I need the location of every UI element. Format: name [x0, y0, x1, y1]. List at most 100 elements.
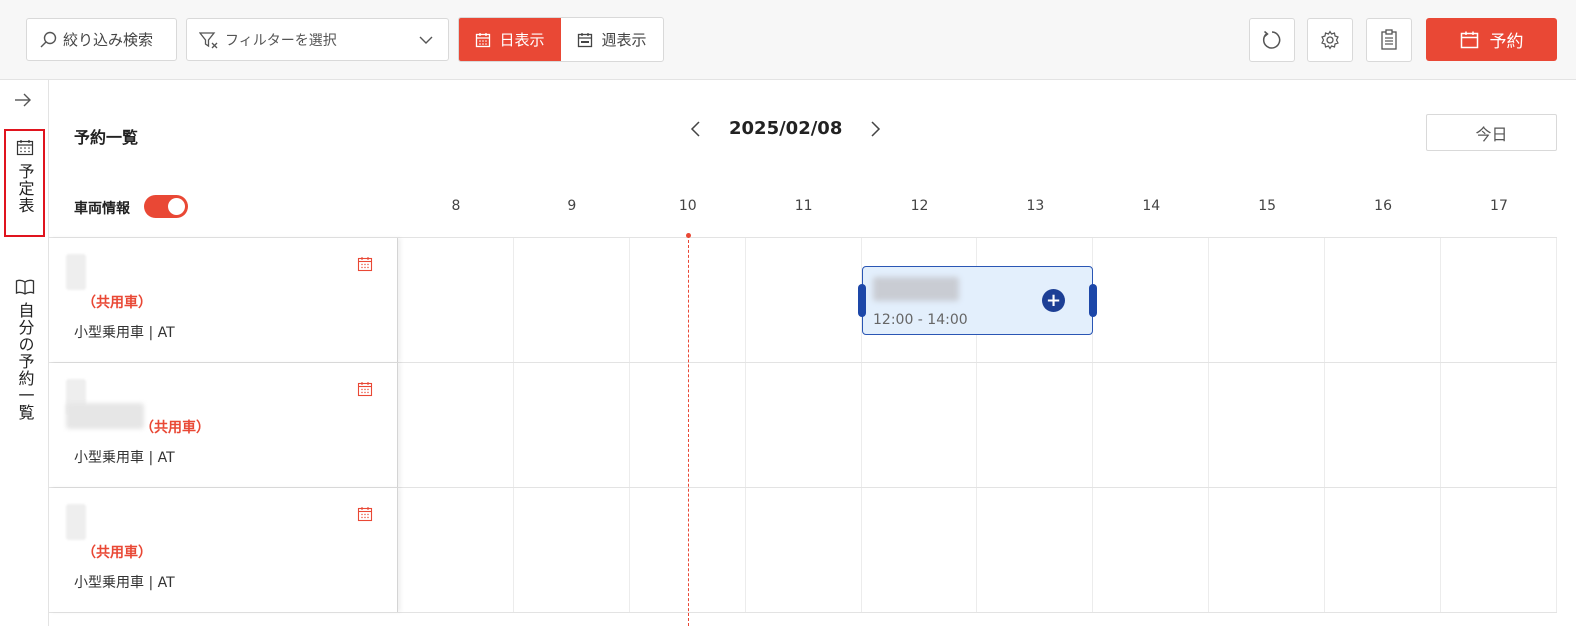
vehicle-info-toggle[interactable] [144, 195, 188, 218]
filter-select[interactable]: フィルターを選択 [186, 18, 449, 61]
hour-label: 16 [1374, 198, 1392, 214]
hour-label: 13 [1026, 198, 1045, 214]
search-icon [40, 31, 57, 47]
calendar-icon[interactable] [357, 506, 373, 522]
vehicle-info-label: 車両情報 [74, 201, 130, 217]
hour-label: 10 [678, 198, 697, 214]
calendar-icon[interactable] [357, 381, 373, 397]
hour-label: 11 [794, 198, 813, 214]
time-slot[interactable] [746, 238, 862, 362]
filter-icon [199, 31, 218, 48]
time-slot[interactable] [514, 238, 630, 362]
tab-week-view[interactable]: 週表示 [561, 18, 663, 61]
time-slot[interactable] [1325, 488, 1442, 612]
hour-label: 9 [567, 198, 577, 214]
top-toolbar: 絞り込み検索 フィルターを選択 日表示 週表示 予約 [0, 0, 1576, 80]
toggle-knob [168, 198, 185, 215]
search-button-label: 絞り込み検索 [63, 31, 154, 49]
refresh-button[interactable] [1249, 18, 1295, 62]
time-slot[interactable] [1093, 488, 1210, 612]
reserve-button[interactable]: 予約 [1426, 18, 1557, 61]
rail-item-schedule[interactable]: 予定表 [4, 129, 45, 237]
rail-item-my-reservations-label: 自分の予約一覧 [15, 302, 35, 421]
vehicle-row: （共用車） 小型乗用車 | AT [49, 238, 1557, 363]
time-slot[interactable] [977, 363, 1094, 487]
time-slot[interactable] [1441, 363, 1557, 487]
reservation-block[interactable]: 12:00 - 14:00 + [858, 266, 1097, 335]
book-icon [15, 279, 34, 295]
calendar-icon [16, 140, 33, 156]
gear-icon [1321, 30, 1339, 50]
chevron-left-icon[interactable] [689, 120, 703, 138]
chevron-right-icon[interactable] [868, 120, 882, 138]
time-slot[interactable] [398, 238, 514, 362]
week-calendar-icon [578, 32, 593, 47]
vehicle-name: （共用車） [82, 295, 152, 311]
tab-day-view[interactable]: 日表示 [459, 18, 561, 61]
reserve-button-label: 予約 [1489, 32, 1524, 52]
time-cells [398, 488, 1557, 612]
rail-item-schedule-label: 予定表 [15, 163, 35, 214]
arrow-right-icon[interactable] [13, 92, 33, 108]
side-rail: 予定表 自分の予約一覧 [0, 80, 49, 626]
hour-label: 15 [1258, 198, 1277, 214]
calendar-icon [476, 32, 491, 47]
clipboard-icon [1381, 29, 1397, 50]
hour-label: 12 [910, 198, 929, 214]
time-slot[interactable] [746, 363, 862, 487]
settings-button[interactable] [1307, 18, 1353, 62]
vehicle-type: 小型乗用車 | AT [74, 575, 175, 591]
schedule-grid: （共用車） 小型乗用車 | AT （共用車） 小型乗用車 | AT （共用車） … [49, 237, 1557, 613]
hour-label: 8 [451, 198, 461, 214]
time-slot[interactable] [514, 488, 630, 612]
clipboard-button[interactable] [1366, 18, 1412, 62]
vehicle-card[interactable]: （共用車） 小型乗用車 | AT [49, 238, 398, 362]
current-time-line [688, 235, 689, 626]
page-title: 予約一覧 [74, 128, 139, 147]
redacted-text [66, 504, 86, 540]
vehicle-type: 小型乗用車 | AT [74, 450, 175, 466]
main-panel: 予約一覧 2025/02/08 今日 車両情報 8 9 10 11 12 13 … [49, 80, 1576, 626]
hour-label: 14 [1142, 198, 1161, 214]
today-button[interactable]: 今日 [1426, 114, 1557, 151]
vehicle-card[interactable]: （共用車） 小型乗用車 | AT [49, 488, 398, 612]
time-slot[interactable] [1209, 488, 1326, 612]
time-slot[interactable] [1093, 238, 1210, 362]
time-slot[interactable] [862, 363, 978, 487]
time-slot[interactable] [1441, 238, 1557, 362]
vehicle-type: 小型乗用車 | AT [74, 325, 175, 341]
refresh-icon [1262, 30, 1281, 49]
plus-icon[interactable]: + [1042, 289, 1065, 312]
hour-header: 8 9 10 11 12 13 14 15 16 17 [398, 198, 1557, 218]
time-slot[interactable] [1441, 488, 1557, 612]
time-slot[interactable] [977, 488, 1094, 612]
search-button[interactable]: 絞り込み検索 [26, 18, 177, 61]
redacted-text [873, 277, 959, 301]
calendar-icon[interactable] [357, 256, 373, 272]
calendar-add-icon [1460, 31, 1478, 48]
filter-placeholder: フィルターを選択 [225, 32, 337, 49]
time-slot[interactable] [746, 488, 862, 612]
time-slot[interactable] [1209, 363, 1326, 487]
time-cells [398, 363, 1557, 487]
redacted-text [66, 403, 144, 429]
time-slot[interactable] [1325, 238, 1442, 362]
vehicle-card[interactable]: （共用車） 小型乗用車 | AT [49, 363, 398, 487]
vehicle-row: （共用車） 小型乗用車 | AT [49, 363, 1557, 488]
time-slot[interactable] [1209, 238, 1326, 362]
rail-item-my-reservations[interactable]: 自分の予約一覧 [6, 276, 43, 436]
time-slot[interactable] [398, 488, 514, 612]
vehicle-row: （共用車） 小型乗用車 | AT [49, 488, 1557, 613]
time-slot[interactable] [1325, 363, 1442, 487]
vehicle-name: （共用車） [82, 545, 152, 561]
time-slot[interactable] [398, 363, 514, 487]
time-slot[interactable] [1093, 363, 1210, 487]
vehicle-name: （共用車） [140, 420, 210, 436]
chevron-down-icon [419, 36, 433, 44]
resize-handle-left[interactable] [858, 284, 866, 317]
time-slot[interactable] [514, 363, 630, 487]
redacted-text [66, 254, 86, 290]
time-slot[interactable] [862, 488, 978, 612]
resize-handle-right[interactable] [1089, 284, 1097, 317]
view-toggle: 日表示 週表示 [458, 17, 664, 62]
